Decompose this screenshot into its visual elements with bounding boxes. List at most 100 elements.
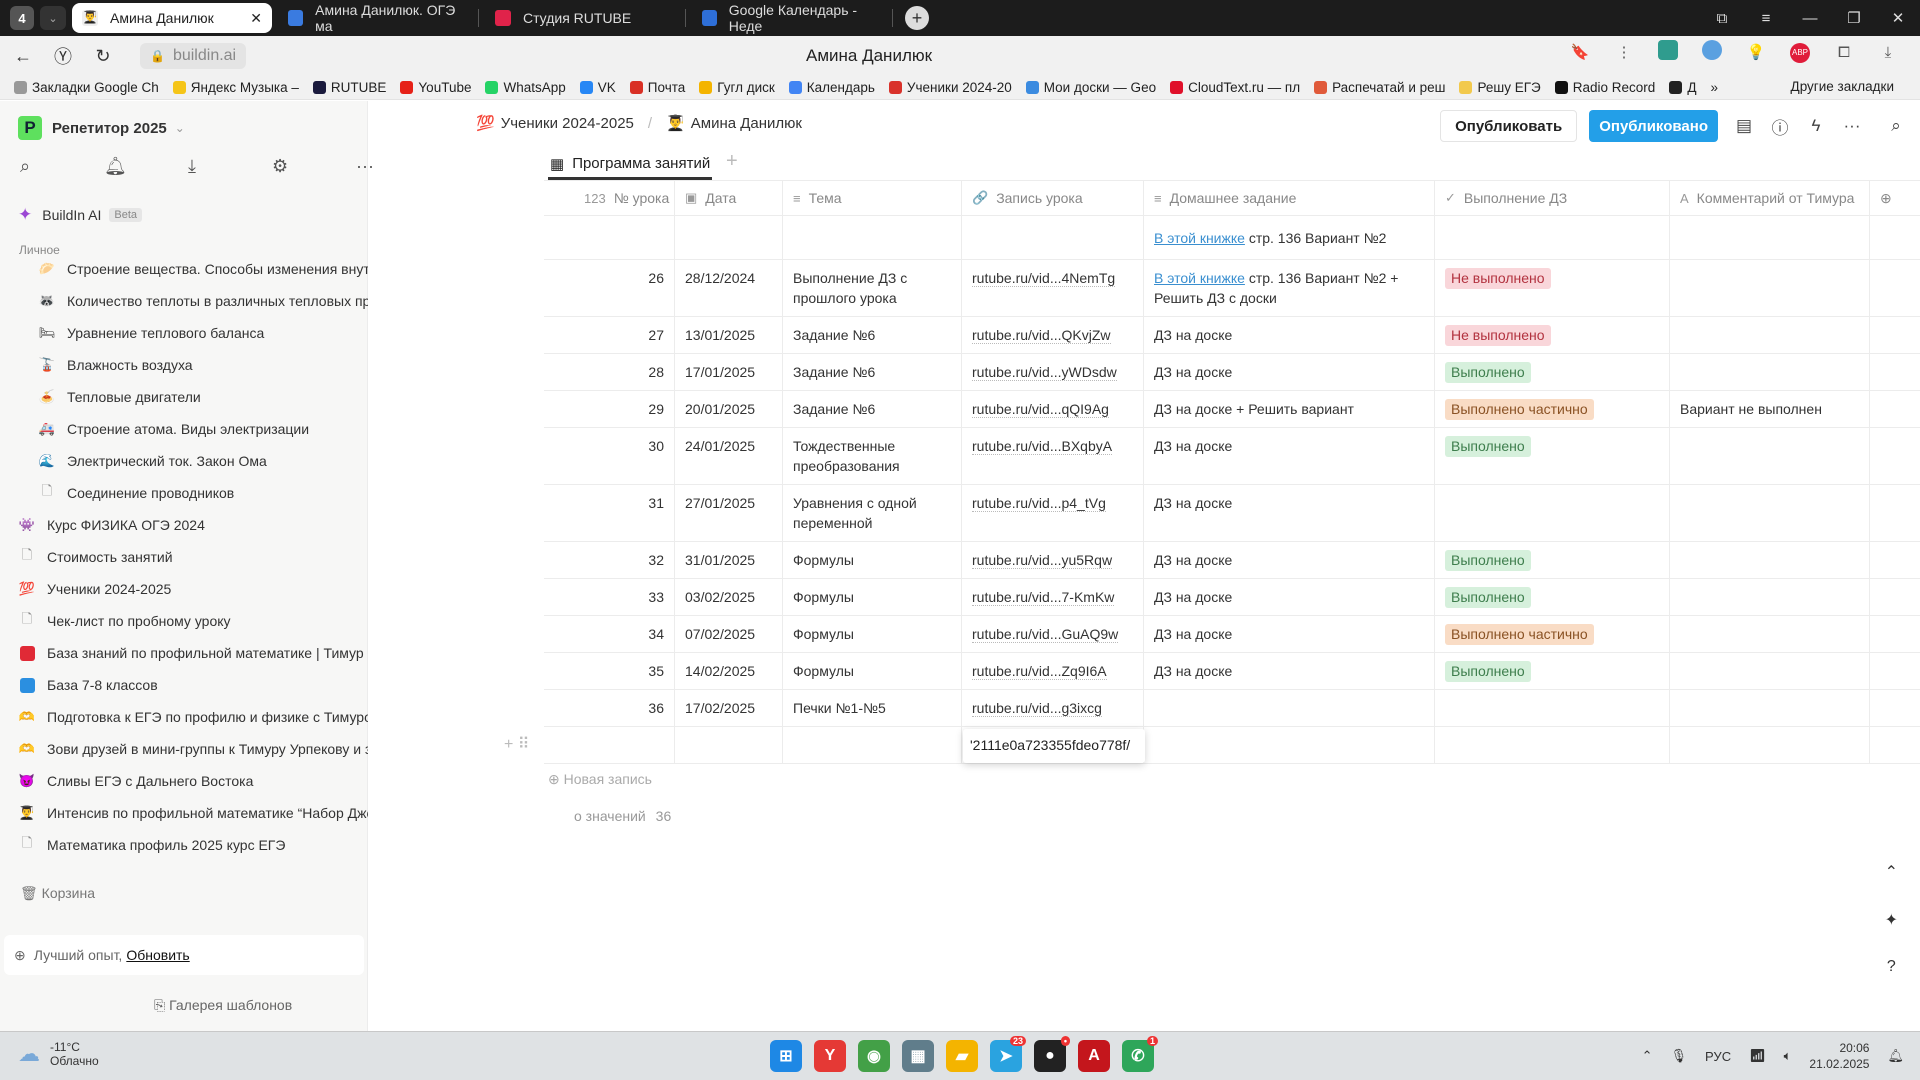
trash-item[interactable]: 🗑︎ Корзина bbox=[20, 885, 95, 902]
cell-homework[interactable]: ДЗ на доске bbox=[1144, 354, 1435, 390]
extension-icon[interactable] bbox=[1690, 40, 1734, 64]
comments-icon[interactable]: ▤ bbox=[1726, 116, 1762, 136]
table-row[interactable]: 26 28/12/2024 Выполнение ДЗ с прошлого уро… bbox=[544, 260, 1920, 317]
video-link[interactable]: rutube.ru/vid...BXqbyA bbox=[972, 438, 1113, 455]
cell-video[interactable]: rutube.ru/vid...g3ixcg bbox=[962, 690, 1144, 726]
sidebar-item[interactable]: 😈 Сливы ЕГЭ с Дальнего Востока bbox=[0, 765, 368, 797]
cell-date[interactable]: 13/01/2025 bbox=[675, 317, 783, 353]
sidebar-item[interactable]: 👨‍🎓 Интенсив по профильной математике “На… bbox=[0, 797, 368, 829]
bookmark-item[interactable]: Ученики 2024-20 bbox=[888, 80, 1012, 95]
cell-homework-status[interactable]: Выполнено частично bbox=[1435, 391, 1670, 427]
back-icon[interactable]: ← bbox=[6, 46, 40, 67]
minimize-icon[interactable]: — bbox=[1788, 10, 1832, 27]
cell-lesson-number[interactable]: 35 bbox=[544, 653, 675, 689]
cell-topic[interactable]: Формулы bbox=[783, 616, 962, 652]
url-field[interactable]: 🔒 buildin.ai bbox=[140, 43, 247, 69]
cell-comment[interactable] bbox=[1670, 260, 1870, 316]
cell-topic[interactable]: Формулы bbox=[783, 579, 962, 615]
menu-icon[interactable]: ≡ bbox=[1744, 10, 1788, 27]
cell-date[interactable]: 28/12/2024 bbox=[675, 260, 783, 316]
cell-topic[interactable]: Задание №6 bbox=[783, 391, 962, 427]
cell-homework-status[interactable]: Выполнено частично bbox=[1435, 616, 1670, 652]
row-add-handle[interactable]: + ⠿ bbox=[504, 734, 530, 754]
sidebar-item[interactable]: 🛏 Уравнение теплового баланса bbox=[0, 317, 368, 349]
extensions-icon[interactable]: ⧠ bbox=[1822, 44, 1866, 61]
column-header-comment[interactable]: A Комментарий от Тимура bbox=[1670, 180, 1870, 216]
cell-date[interactable]: 07/02/2025 bbox=[675, 616, 783, 652]
video-link[interactable]: rutube.ru/vid...4NemTg bbox=[972, 270, 1116, 287]
cell-lesson-number[interactable]: 28 bbox=[544, 354, 675, 390]
add-view-button[interactable]: + bbox=[726, 150, 738, 173]
cell-date[interactable]: 17/01/2025 bbox=[675, 354, 783, 390]
video-link[interactable]: rutube.ru/vid...Zq9I6A bbox=[972, 663, 1107, 680]
cell-homework[interactable]: ДЗ на доске bbox=[1144, 542, 1435, 578]
cell-comment[interactable] bbox=[1670, 354, 1870, 390]
cell-homework-status[interactable] bbox=[1435, 727, 1670, 763]
add-column-icon[interactable]: ⊕ bbox=[1870, 180, 1920, 216]
video-link[interactable]: rutube.ru/vid...p4_tVg bbox=[972, 495, 1106, 512]
cell-homework[interactable] bbox=[1144, 727, 1435, 763]
cell-lesson-number[interactable]: 32 bbox=[544, 542, 675, 578]
bell-icon[interactable]: 🔔︎ bbox=[104, 156, 188, 177]
new-record-button[interactable]: ⊕ Новая запись bbox=[548, 771, 652, 788]
sidebar-item[interactable]: База 7-8 классов bbox=[0, 669, 368, 701]
cell-video[interactable]: rutube.ru/vid...BXqbyA bbox=[962, 428, 1144, 484]
language-indicator[interactable]: РУС bbox=[1705, 1049, 1731, 1064]
cell-date[interactable] bbox=[675, 727, 783, 763]
table-row[interactable]: 36 17/02/2025 Печки №1-№5 rutube.ru/vid...g… bbox=[544, 690, 1920, 727]
video-link[interactable]: rutube.ru/vid...QKvjZw bbox=[972, 327, 1111, 344]
notifications-icon[interactable]: 🔔︎ bbox=[1887, 1048, 1904, 1064]
column-header-topic[interactable]: ≡ Тема bbox=[783, 180, 962, 216]
cell-edit-input[interactable]: '2111e0a723355fdeo778f/ bbox=[963, 729, 1145, 763]
cell-homework-status[interactable] bbox=[1435, 690, 1670, 726]
bookmark-item[interactable]: VK bbox=[579, 80, 616, 95]
table-row[interactable]: 35 14/02/2025 Формулы rutube.ru/vid...Zq9I6… bbox=[544, 653, 1920, 690]
cell-comment[interactable] bbox=[1670, 579, 1870, 615]
browser-tab[interactable]: Google Календарь - Неде bbox=[692, 2, 892, 34]
cell-comment[interactable] bbox=[1670, 690, 1870, 726]
bookmark-item[interactable]: YouTube bbox=[400, 80, 471, 95]
chrome-icon[interactable]: ◉ bbox=[858, 1040, 890, 1072]
video-link[interactable]: rutube.ru/vid...GuAQ9w bbox=[972, 626, 1119, 643]
cell-homework[interactable]: ДЗ на доске bbox=[1144, 485, 1435, 541]
restore-icon[interactable]: ❐ bbox=[1832, 9, 1876, 27]
cell-homework-status[interactable]: Выполнено bbox=[1435, 428, 1670, 484]
cell-homework-status[interactable]: Выполнено bbox=[1435, 542, 1670, 578]
bookmark-item[interactable]: RUTUBE bbox=[312, 80, 386, 95]
sidebar-item[interactable]: 👾 Курс ФИЗИКА ОГЭ 2024 bbox=[0, 509, 368, 541]
lightbulb-icon[interactable]: 💡 bbox=[1734, 43, 1778, 61]
cell-homework-status[interactable]: Не выполнено bbox=[1435, 260, 1670, 316]
search-icon[interactable]: ⌕ bbox=[20, 156, 104, 177]
sidebar-item[interactable]: 💯 Ученики 2024-2025 bbox=[0, 573, 368, 605]
table-row[interactable]: 28 17/01/2025 Задание №6 rutube.ru/vid...yW… bbox=[544, 354, 1920, 391]
sidebar-item[interactable]: 🚑 Строение атома. Виды электризации bbox=[0, 413, 368, 445]
cell-lesson-number[interactable] bbox=[544, 727, 675, 763]
tab-counter[interactable]: 4 bbox=[10, 6, 34, 30]
bookmark-item[interactable]: CloudText.ru — пл bbox=[1170, 80, 1300, 95]
cell-video[interactable]: rutube.ru/vid...yu5Rqw bbox=[962, 542, 1144, 578]
cell-homework-status[interactable]: Выполнено bbox=[1435, 579, 1670, 615]
table-row[interactable]: 29 20/01/2025 Задание №6 rutube.ru/vid...qQ… bbox=[544, 391, 1920, 428]
tabs-dropdown-icon[interactable]: ⌄ bbox=[40, 6, 66, 30]
more-icon[interactable]: ··· bbox=[356, 156, 440, 177]
whatsapp-icon[interactable]: ✆ 1 bbox=[1122, 1036, 1158, 1072]
cell-homework[interactable]: В этой книжке стр. 136 Вариант №2 + Реши… bbox=[1144, 260, 1435, 316]
extension-icon[interactable] bbox=[1646, 40, 1690, 64]
start-icon[interactable]: ⊞ bbox=[770, 1040, 802, 1072]
cell-homework[interactable]: ДЗ на доске bbox=[1144, 653, 1435, 689]
cell-topic[interactable]: Формулы bbox=[783, 542, 962, 578]
cell-homework-status[interactable] bbox=[1435, 485, 1670, 541]
cell-video[interactable]: rutube.ru/vid...qQI9Ag bbox=[962, 391, 1144, 427]
cell-lesson-number[interactable]: 30 bbox=[544, 428, 675, 484]
table-row[interactable]: 34 07/02/2025 Формулы rutube.ru/vid...GuAQ9… bbox=[544, 616, 1920, 653]
cell-topic[interactable]: Печки №1-№5 bbox=[783, 690, 962, 726]
reload-icon[interactable]: ↻ bbox=[86, 46, 120, 67]
cell-homework-status[interactable]: Выполнено bbox=[1435, 653, 1670, 689]
bookmark-item[interactable]: WhatsApp bbox=[485, 80, 566, 95]
acrobat-icon[interactable]: A bbox=[1078, 1040, 1110, 1072]
cell-date[interactable] bbox=[675, 216, 783, 259]
cell-homework[interactable]: ДЗ на доске bbox=[1144, 579, 1435, 615]
cell-topic[interactable]: Формулы bbox=[783, 653, 962, 689]
bookmark-icon[interactable]: 🔖 bbox=[1558, 43, 1602, 61]
cell-lesson-number[interactable]: 26 bbox=[544, 260, 675, 316]
